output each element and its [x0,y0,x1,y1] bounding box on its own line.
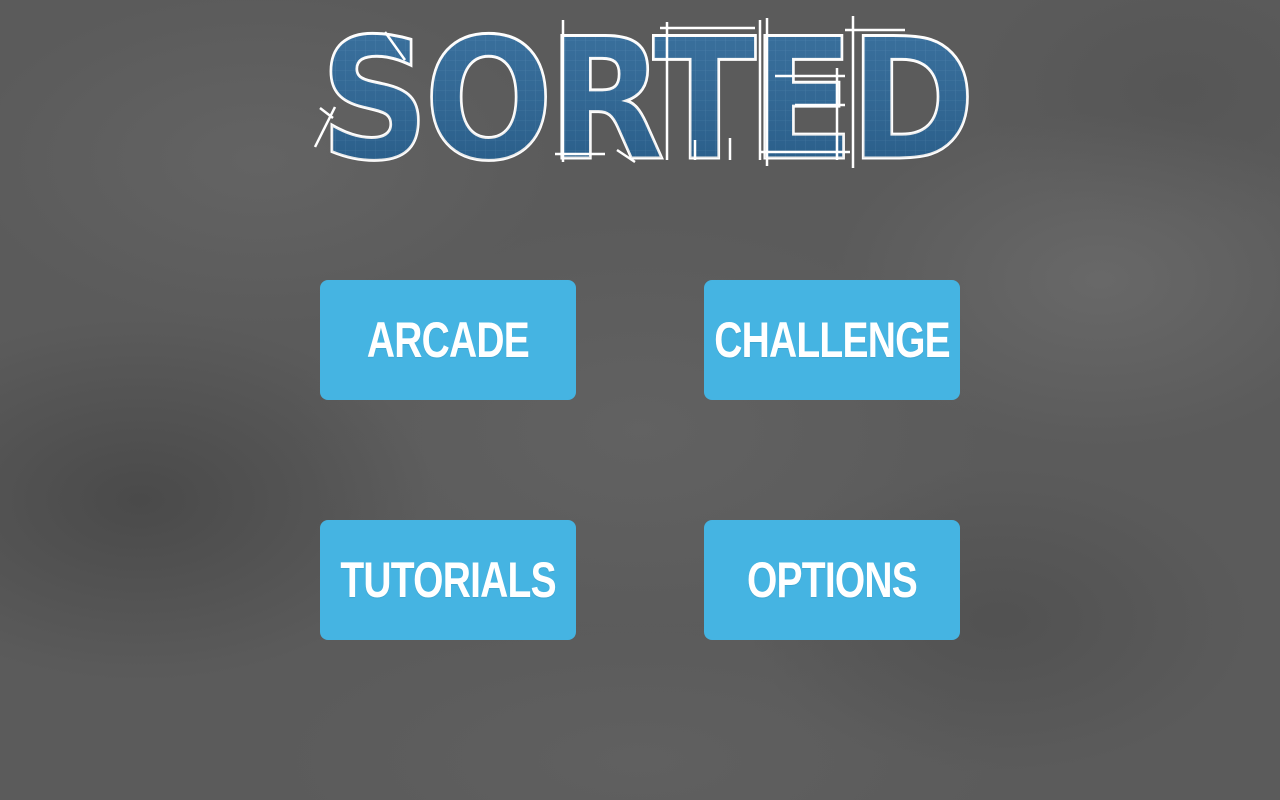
arcade-button-label: ARCADE [366,312,530,368]
tutorials-button-label: TUTORIALS [340,552,556,608]
challenge-button-label: CHALLENGE [714,312,950,368]
arcade-button[interactable]: ARCADE [320,280,576,400]
options-button[interactable]: OPTIONS [704,520,960,640]
challenge-button[interactable]: CHALLENGE [704,280,960,400]
logo-title-shade: SORTED [320,10,970,175]
tutorials-button[interactable]: TUTORIALS [320,520,576,640]
sorted-logo-graphic: SORTED SORTED [313,1,978,200]
options-button-label: OPTIONS [746,552,918,608]
game-logo: SORTED SORTED [305,1,985,200]
